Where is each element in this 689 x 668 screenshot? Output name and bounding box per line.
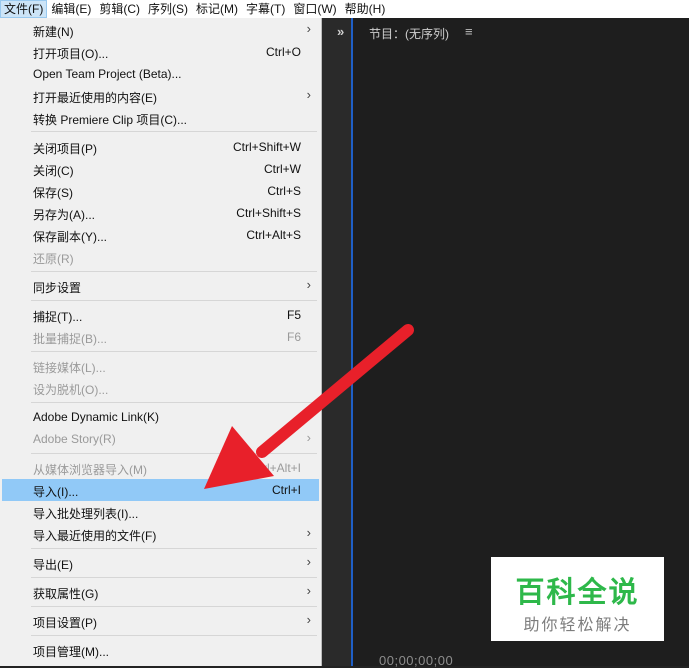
menu-item-label: 打开最近使用的内容(E) [33, 91, 157, 105]
menu-separator [31, 300, 317, 301]
menu-separator [31, 635, 317, 636]
shortcut-label: F6 [286, 330, 301, 344]
menu-item-label: 保存(S) [33, 186, 73, 200]
shortcut-label: Ctrl+W [264, 162, 301, 176]
menu-item-label: 关闭(C) [33, 164, 74, 178]
menu-window[interactable]: 窗口(W) [289, 0, 340, 18]
menu-edit[interactable]: 编辑(E) [47, 0, 95, 18]
menu-item-open-recent[interactable]: 打开最近使用的内容(E) › [2, 85, 319, 107]
panel-menu-icon[interactable]: ≡ [465, 24, 473, 39]
shortcut-label: Ctrl+I [271, 483, 301, 497]
file-menu-dropdown: 新建(N) › 打开项目(O)... Ctrl+O Open Team Proj… [0, 18, 322, 666]
menu-separator [31, 131, 317, 132]
menu-item-import-batch-list[interactable]: 导入批处理列表(I)... [2, 501, 319, 523]
watermark-logo: 百科全说 助你轻松解决 [491, 557, 664, 641]
menu-item-project-manager[interactable]: 项目管理(M)... [2, 639, 319, 661]
menu-item-label: 另存为(A)... [33, 208, 95, 222]
menu-item-label: Open Team Project (Beta)... [33, 67, 182, 81]
chevron-right-icon: › [306, 612, 311, 627]
shortcut-label: Ctrl+Alt+I [250, 461, 301, 475]
menu-item-label: 导入批处理列表(I)... [33, 507, 139, 521]
watermark-title: 百科全说 [515, 575, 640, 609]
menu-item-link-media[interactable]: 链接媒体(L)... [2, 355, 319, 377]
menu-separator [31, 351, 317, 352]
menu-item-save-copy[interactable]: 保存副本(Y)... Ctrl+Alt+S [2, 224, 319, 246]
menu-bar: 文件(F) 编辑(E) 剪辑(C) 序列(S) 标记(M) 字幕(T) 窗口(W… [0, 0, 689, 19]
menu-item-get-properties[interactable]: 获取属性(G) › [2, 581, 319, 603]
chevron-right-icon: › [306, 583, 311, 598]
chevron-right-icon: › [306, 87, 311, 102]
chevron-right-icon: › [306, 408, 311, 423]
panel-divider [321, 18, 353, 666]
menu-item-project-settings[interactable]: 项目设置(P) › [2, 610, 319, 632]
menu-item-dynamic-link[interactable]: Adobe Dynamic Link(K) › [2, 406, 319, 428]
chevron-right-icon: › [306, 525, 311, 540]
shortcut-label: Ctrl+Alt+S [246, 228, 301, 242]
menu-item-save-as[interactable]: 另存为(A)... Ctrl+Shift+S [2, 202, 319, 224]
menu-title[interactable]: 字幕(T) [242, 0, 289, 18]
menu-item-export[interactable]: 导出(E) › [2, 552, 319, 574]
menu-item-capture[interactable]: 捕捉(T)... F5 [2, 304, 319, 326]
menu-item-label: 项目设置(P) [33, 616, 97, 630]
menu-item-label: 从媒体浏览器导入(M) [33, 463, 147, 477]
menu-item-label: 打开项目(O)... [33, 47, 109, 61]
menu-marker[interactable]: 标记(M) [192, 0, 242, 18]
menu-item-label: 保存副本(Y)... [33, 230, 107, 244]
menu-item-label: Adobe Dynamic Link(K) [33, 410, 160, 424]
chevron-right-icon: › [306, 21, 311, 36]
shortcut-label: Ctrl+O [265, 45, 301, 59]
menu-item-label: 同步设置 [33, 281, 82, 295]
menu-item-label: 项目管理(M)... [33, 645, 109, 659]
menu-item-label: 捕捉(T)... [33, 310, 83, 324]
menu-item-label: 还原(R) [33, 252, 74, 266]
menu-clip[interactable]: 剪辑(C) [95, 0, 144, 18]
menu-item-label: 新建(N) [33, 25, 74, 39]
menu-sequence[interactable]: 序列(S) [144, 0, 192, 18]
menu-item-label: 导出(E) [33, 558, 73, 572]
menu-item-label: 批量捕捉(B)... [33, 332, 107, 346]
menu-separator [31, 548, 317, 549]
watermark-subtitle: 助你轻松解决 [523, 617, 632, 634]
menu-item-open-team-project[interactable]: Open Team Project (Beta)... [2, 63, 319, 85]
menu-item-batch-capture[interactable]: 批量捕捉(B)... F6 [2, 326, 319, 348]
menu-item-close-project[interactable]: 关闭项目(P) Ctrl+Shift+W [2, 136, 319, 158]
menu-help[interactable]: 帮助(H) [341, 0, 390, 18]
shortcut-label: Ctrl+S [267, 184, 301, 198]
menu-item-new[interactable]: 新建(N) › [2, 19, 319, 41]
menu-separator [31, 577, 317, 578]
menu-item-label: 转换 Premiere Clip 项目(C)... [33, 113, 188, 127]
menu-item-sync-settings[interactable]: 同步设置 › [2, 275, 319, 297]
shortcut-label: Ctrl+Shift+S [236, 206, 301, 220]
menu-item-import-from-media-browser[interactable]: 从媒体浏览器导入(M) Ctrl+Alt+I [2, 457, 319, 479]
menu-item-open-project[interactable]: 打开项目(O)... Ctrl+O [2, 41, 319, 63]
menu-item-import[interactable]: 导入(I)... Ctrl+I [2, 479, 319, 501]
menu-item-label: 导入(I)... [33, 485, 79, 499]
menu-item-save[interactable]: 保存(S) Ctrl+S [2, 180, 319, 202]
menu-item-convert-premiere-clip[interactable]: 转换 Premiere Clip 项目(C)... [2, 107, 319, 129]
menu-item-revert[interactable]: 还原(R) [2, 246, 319, 268]
chevron-right-icon: › [306, 554, 311, 569]
menu-item-label: Adobe Story(R) [33, 432, 116, 446]
menu-separator [31, 606, 317, 607]
menu-item-label: 导入最近使用的文件(F) [33, 529, 157, 543]
menu-file[interactable]: 文件(F) [0, 0, 48, 18]
chevron-right-icon: › [306, 430, 311, 445]
menu-separator [31, 453, 317, 454]
menu-item-make-offline[interactable]: 设为脱机(O)... [2, 377, 319, 399]
menu-separator [31, 271, 317, 272]
menu-item-label: 链接媒体(L)... [33, 361, 106, 375]
menu-item-adobe-story[interactable]: Adobe Story(R) › [2, 428, 319, 450]
menu-item-close[interactable]: 关闭(C) Ctrl+W [2, 158, 319, 180]
shortcut-label: F5 [286, 308, 301, 322]
menu-item-label: 设为脱机(O)... [33, 383, 109, 397]
menu-item-label: 关闭项目(P) [33, 142, 97, 156]
menu-item-import-recent[interactable]: 导入最近使用的文件(F) › [2, 523, 319, 545]
menu-item-label: 获取属性(G) [33, 587, 99, 601]
shortcut-label: Ctrl+Shift+W [232, 140, 301, 154]
program-panel-title[interactable]: 节目：(无序列) [369, 25, 449, 42]
chevron-right-icon: › [306, 277, 311, 292]
expand-panels-icon[interactable]: » [337, 24, 344, 39]
menu-separator [31, 402, 317, 403]
